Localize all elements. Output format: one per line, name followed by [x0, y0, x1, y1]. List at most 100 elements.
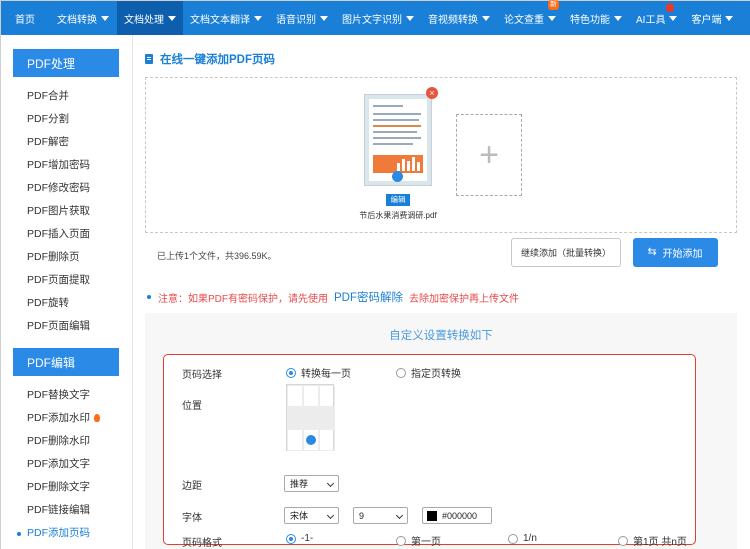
- radio-format-dash[interactable]: -1-: [286, 533, 313, 544]
- sidebar-item[interactable]: PDF链接编辑: [1, 499, 132, 522]
- radio-format-chinese[interactable]: 第一页: [396, 533, 441, 548]
- password-notice: 注意：如果PDF有密码保护，请先使用 PDF密码解除 去除加密保护再上传文件: [147, 289, 519, 305]
- position-top-center[interactable]: [303, 385, 319, 407]
- nav-features[interactable]: 特色功能: [563, 1, 629, 35]
- sidebar-heading-pdf-edit: PDF编辑: [13, 348, 119, 376]
- remove-file-button[interactable]: ×: [426, 87, 438, 99]
- radio-circle: [286, 533, 296, 544]
- margin-label: 边距: [182, 481, 202, 492]
- position-top-left[interactable]: [287, 385, 303, 407]
- page-select-label: 页码选择: [182, 370, 222, 381]
- chevron-down-icon: [395, 511, 404, 520]
- document-icon: [145, 54, 153, 64]
- position-middle-right[interactable]: [319, 407, 335, 429]
- font-color-input[interactable]: #000000: [422, 507, 492, 524]
- page-number-marker: [392, 171, 403, 182]
- radio-specific-pages[interactable]: 指定页转换: [396, 365, 461, 380]
- sidebar-item[interactable]: PDF图片获取: [1, 200, 132, 223]
- position-middle-center[interactable]: [303, 407, 319, 429]
- sidebar-item[interactable]: PDF增加密码: [1, 154, 132, 177]
- nav-ai-tools[interactable]: AI工具: [629, 1, 684, 35]
- bar: [412, 157, 415, 171]
- sidebar-item[interactable]: PDF合并: [1, 85, 132, 108]
- bullet-icon: [147, 295, 151, 299]
- nav-ocr[interactable]: 图片文字识别: [335, 1, 421, 35]
- bar: [402, 159, 405, 171]
- nav-thesis[interactable]: 论文查重新: [497, 0, 563, 35]
- settings-form: 页码选择 转换每一页 指定页转换 位置 边距 推荐 字体 宋体 9 #00000…: [163, 354, 696, 549]
- text-line: [373, 125, 421, 127]
- margin-select[interactable]: 推荐: [284, 475, 339, 492]
- sidebar-item[interactable]: PDF删除水印: [1, 430, 132, 453]
- sidebar-item[interactable]: PDF插入页面: [1, 223, 132, 246]
- sidebar: PDF处理 PDF合并 PDF分割 PDF解密 PDF增加密码 PDF修改密码 …: [1, 35, 133, 549]
- chevron-down-icon: [614, 15, 622, 21]
- sidebar-item[interactable]: PDF分割: [1, 108, 132, 131]
- file-name: 节后水果消费调研.pdf: [359, 211, 437, 220]
- font-label: 字体: [182, 513, 202, 524]
- swap-icon: [648, 245, 658, 258]
- chevron-down-icon: [482, 15, 490, 21]
- add-file-button[interactable]: +: [456, 114, 522, 196]
- nav-doc-convert[interactable]: 文档转换: [49, 1, 117, 35]
- position-top-right[interactable]: [319, 385, 335, 407]
- upload-drop-zone[interactable]: × 编辑 节后水果消费调研.pdf +: [145, 77, 737, 233]
- sidebar-item-watermark[interactable]: PDF添加水印: [1, 407, 132, 430]
- position-middle-left[interactable]: [287, 407, 303, 429]
- bar: [407, 161, 410, 171]
- hot-icon: [666, 3, 675, 12]
- sidebar-item[interactable]: PDF替换文字: [1, 384, 132, 407]
- edit-button[interactable]: 编辑: [386, 194, 410, 206]
- position-bottom-center[interactable]: [303, 429, 319, 451]
- chevron-down-icon: [725, 15, 734, 21]
- chevron-down-icon: [406, 15, 414, 21]
- sidebar-item[interactable]: PDF添加文字: [1, 453, 132, 476]
- format-label: 页码格式: [182, 538, 222, 549]
- radio-circle: [508, 533, 518, 544]
- sidebar-item[interactable]: PDF旋转: [1, 292, 132, 315]
- upload-summary: 已上传1个文件，共396.59K。: [157, 251, 277, 261]
- sidebar-item[interactable]: PDF修改密码: [1, 177, 132, 200]
- bar: [397, 163, 400, 171]
- chevron-down-icon: [326, 479, 335, 488]
- radio-every-page[interactable]: 转换每一页: [286, 365, 351, 380]
- font-family-select[interactable]: 宋体: [284, 507, 339, 524]
- nav-translate[interactable]: 文档文本翻译: [183, 1, 269, 35]
- radio-circle: [286, 367, 296, 378]
- radio-format-fraction[interactable]: 1/n: [508, 533, 537, 544]
- text-line: [373, 131, 417, 133]
- radio-format-total[interactable]: 第1页 共n页: [618, 533, 687, 548]
- sidebar-item[interactable]: PDF解密: [1, 131, 132, 154]
- active-dot-icon: [17, 532, 21, 536]
- radio-circle: [618, 535, 628, 546]
- sidebar-item[interactable]: PDF页面编辑: [1, 315, 132, 338]
- sidebar-item[interactable]: PDF页面提取: [1, 269, 132, 292]
- position-grid: [286, 384, 335, 451]
- position-bottom-left[interactable]: [287, 429, 303, 451]
- nav-client[interactable]: 客户端: [684, 1, 740, 35]
- text-line: [373, 105, 403, 107]
- page-title: 在线一键添加PDF页码: [145, 51, 275, 67]
- chevron-down-icon: [254, 15, 262, 21]
- new-badge: 新: [548, 0, 559, 10]
- radio-circle: [396, 367, 406, 378]
- nav-home[interactable]: 首页: [1, 1, 49, 35]
- unlock-link[interactable]: PDF密码解除: [334, 289, 403, 305]
- sidebar-item-current[interactable]: PDF添加页码: [1, 522, 132, 545]
- font-size-select[interactable]: 9: [353, 507, 408, 524]
- continue-add-button[interactable]: 继续添加（批量转换）: [511, 238, 621, 267]
- sidebar-list-pdf-edit: PDF替换文字 PDF添加水印 PDF删除水印 PDF添加文字 PDF删除文字 …: [1, 384, 132, 545]
- position-bottom-right[interactable]: [319, 429, 335, 451]
- text-line: [373, 137, 421, 139]
- main-panel: 在线一键添加PDF页码 × 编辑 节后水果消费调研.pdf + 已上传1个文件，…: [133, 35, 750, 549]
- radio-circle: [396, 535, 406, 546]
- chevron-down-icon: [326, 511, 335, 520]
- nav-av[interactable]: 音视频转换: [421, 1, 497, 35]
- nav-speech[interactable]: 语音识别: [269, 1, 335, 35]
- start-button[interactable]: 开始添加: [633, 238, 718, 267]
- text-line: [373, 119, 419, 121]
- nav-doc-process[interactable]: 文档处理: [117, 1, 183, 35]
- sidebar-item[interactable]: PDF删除页: [1, 246, 132, 269]
- text-line: [373, 143, 413, 145]
- sidebar-item[interactable]: PDF删除文字: [1, 476, 132, 499]
